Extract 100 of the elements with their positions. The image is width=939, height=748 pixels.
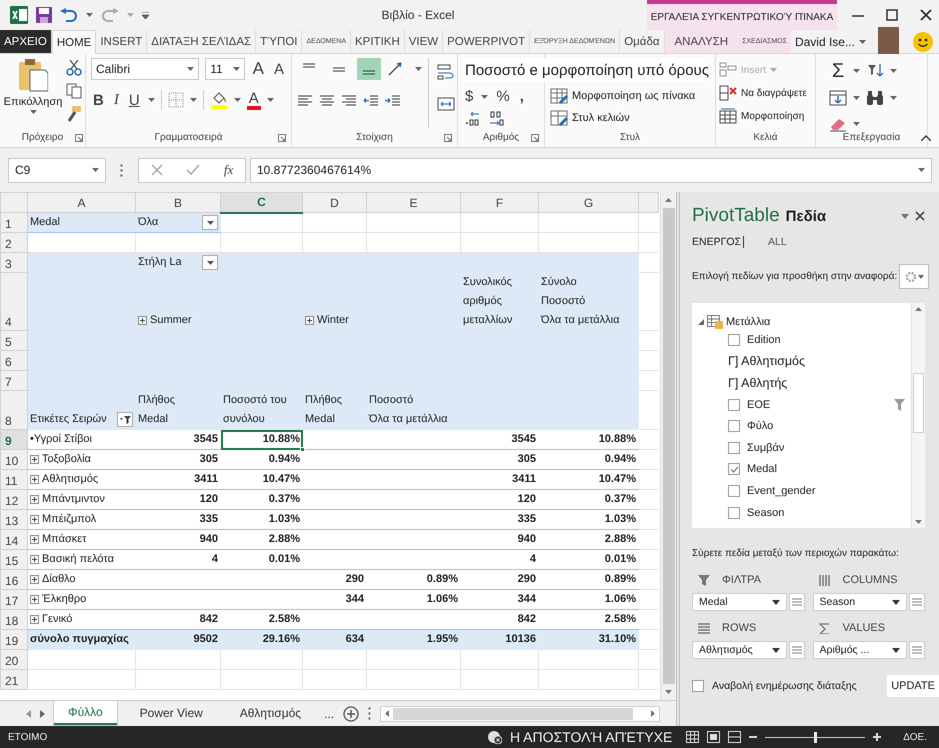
ribbon-tab[interactable]: ΔΙΆΤΑΞΗ ΣΕΛΊΔΑΣ bbox=[147, 30, 256, 53]
caret-icon[interactable] bbox=[901, 214, 909, 218]
more-icon[interactable] bbox=[368, 707, 372, 720]
expand-icon[interactable] bbox=[30, 455, 39, 464]
increase-indent-icon[interactable] bbox=[385, 94, 401, 108]
restore-icon[interactable] bbox=[886, 9, 898, 21]
excel-logo-icon[interactable] bbox=[10, 6, 28, 24]
field-name[interactable]: Medal bbox=[747, 463, 777, 476]
field-name[interactable]: Φύλο bbox=[747, 420, 774, 432]
increase-decimal-icon[interactable] bbox=[463, 111, 481, 127]
field-checkbox[interactable] bbox=[728, 420, 740, 432]
move-button[interactable] bbox=[909, 593, 925, 611]
row-header[interactable]: 8 bbox=[0, 390, 28, 430]
underline-button[interactable]: U bbox=[126, 92, 142, 108]
caret-icon[interactable] bbox=[266, 98, 274, 102]
column-header[interactable]: G bbox=[538, 192, 638, 212]
pane-tab[interactable]: ΕΝΕΡΓΟΣ bbox=[692, 236, 744, 248]
row-header[interactable]: 4 bbox=[0, 272, 28, 330]
row-header[interactable]: 15 bbox=[0, 550, 28, 570]
row-header[interactable]: 7 bbox=[0, 370, 28, 390]
merge-cells-icon[interactable] bbox=[437, 96, 455, 112]
area-field[interactable]: Αριθμός ... bbox=[812, 641, 907, 659]
column-header[interactable]: F bbox=[460, 192, 538, 212]
expand-icon[interactable] bbox=[305, 316, 314, 325]
scrollbar-thumb[interactable] bbox=[662, 208, 674, 684]
vertical-scrollbar[interactable] bbox=[660, 192, 676, 700]
format-as-table-button[interactable]: Μορφοποίηση ως πίνακα bbox=[550, 88, 710, 104]
row-header[interactable]: 13 bbox=[0, 510, 28, 530]
column-header[interactable]: E bbox=[366, 192, 460, 212]
row-header[interactable]: 3 bbox=[0, 252, 28, 272]
save-icon[interactable] bbox=[36, 7, 52, 23]
expand-icon[interactable] bbox=[138, 316, 147, 325]
sort-filter-icon[interactable] bbox=[866, 63, 884, 79]
sheet-tab[interactable]: Αθλητισμός bbox=[226, 701, 316, 724]
field-name[interactable]: Γ] Αθλητής bbox=[728, 376, 788, 390]
bold-button[interactable]: B bbox=[91, 92, 106, 108]
field-checkbox[interactable] bbox=[728, 334, 740, 346]
caret-icon[interactable] bbox=[853, 96, 860, 100]
fill-down-icon[interactable] bbox=[829, 90, 847, 106]
row-header[interactable]: 1 bbox=[0, 212, 28, 232]
row-header[interactable]: 10 bbox=[0, 450, 28, 470]
scroll-down-icon[interactable] bbox=[665, 690, 672, 694]
ribbon-tab[interactable]: INSERT bbox=[96, 30, 148, 53]
page-layout-icon[interactable] bbox=[707, 731, 720, 743]
percent-button[interactable]: % bbox=[494, 88, 512, 105]
area-field[interactable]: Αθλητισμός bbox=[692, 641, 786, 659]
fill-color-icon[interactable] bbox=[210, 91, 228, 109]
format-painter-icon[interactable] bbox=[66, 106, 82, 122]
caret-icon[interactable] bbox=[232, 67, 240, 71]
pane-tab[interactable]: ALL bbox=[768, 236, 787, 248]
row-header[interactable]: 6 bbox=[0, 350, 28, 370]
expand-icon[interactable] bbox=[30, 615, 39, 624]
paste-button[interactable]: Επικόλληση bbox=[2, 58, 64, 128]
field-name[interactable]: Γ] Αθλητισμός bbox=[728, 354, 806, 368]
row-header[interactable]: 18 bbox=[0, 610, 28, 630]
binoculars-icon[interactable] bbox=[866, 90, 884, 106]
font-name-field[interactable]: Calibri bbox=[91, 58, 200, 80]
scrollbar-thumb[interactable] bbox=[913, 373, 924, 433]
dropdown-button[interactable] bbox=[202, 255, 218, 270]
caret-icon[interactable] bbox=[86, 13, 93, 17]
align-right-icon[interactable] bbox=[341, 94, 357, 108]
move-button[interactable] bbox=[788, 641, 804, 659]
smiley-icon[interactable] bbox=[913, 32, 933, 52]
caret-icon[interactable] bbox=[853, 69, 860, 73]
column-header[interactable]: C bbox=[220, 192, 302, 212]
caret-icon[interactable] bbox=[92, 168, 99, 172]
more-sheets-button[interactable]: ... bbox=[324, 706, 334, 720]
field-name[interactable]: Season bbox=[747, 506, 784, 519]
next-sheet-icon[interactable] bbox=[40, 710, 45, 718]
ribbon-tab[interactable]: ΑΡΧΕΙΟ bbox=[0, 30, 52, 53]
row-header[interactable]: 17 bbox=[0, 590, 28, 610]
row-header[interactable]: 16 bbox=[0, 570, 28, 590]
field-checkbox[interactable] bbox=[728, 398, 740, 411]
caret-icon[interactable] bbox=[234, 98, 241, 102]
ribbon-tab[interactable]: HOME bbox=[52, 30, 96, 54]
scroll-right-icon[interactable] bbox=[651, 710, 655, 717]
field-list-scrollbar[interactable] bbox=[911, 303, 925, 528]
field-name[interactable]: Edition bbox=[747, 334, 781, 346]
row-header[interactable]: 5 bbox=[0, 330, 28, 350]
filter-button[interactable] bbox=[117, 412, 133, 427]
decrease-indent-icon[interactable] bbox=[363, 94, 379, 108]
field-checkbox[interactable] bbox=[728, 463, 740, 476]
expand-icon[interactable] bbox=[30, 495, 39, 504]
caret-icon[interactable] bbox=[148, 98, 155, 102]
area-field[interactable]: Medal bbox=[692, 593, 786, 611]
more-icon[interactable] bbox=[120, 164, 123, 176]
italic-button[interactable]: I bbox=[112, 92, 121, 108]
zoom-level[interactable]: ΔΟΕ. bbox=[903, 732, 927, 742]
move-button[interactable] bbox=[909, 641, 925, 659]
scissors-icon[interactable] bbox=[66, 60, 82, 76]
eraser-icon[interactable] bbox=[829, 116, 847, 132]
dialog-launcher-icon[interactable] bbox=[531, 134, 539, 142]
align-center-icon[interactable] bbox=[319, 94, 335, 108]
row-header[interactable]: 12 bbox=[0, 490, 28, 510]
copy-icon[interactable] bbox=[66, 83, 82, 99]
scrollbar-thumb[interactable] bbox=[393, 708, 634, 720]
scroll-down-icon[interactable] bbox=[915, 520, 922, 524]
sheet-tab[interactable]: Power View bbox=[126, 701, 217, 724]
caret-icon[interactable] bbox=[853, 122, 860, 126]
column-header[interactable]: A bbox=[28, 192, 136, 212]
